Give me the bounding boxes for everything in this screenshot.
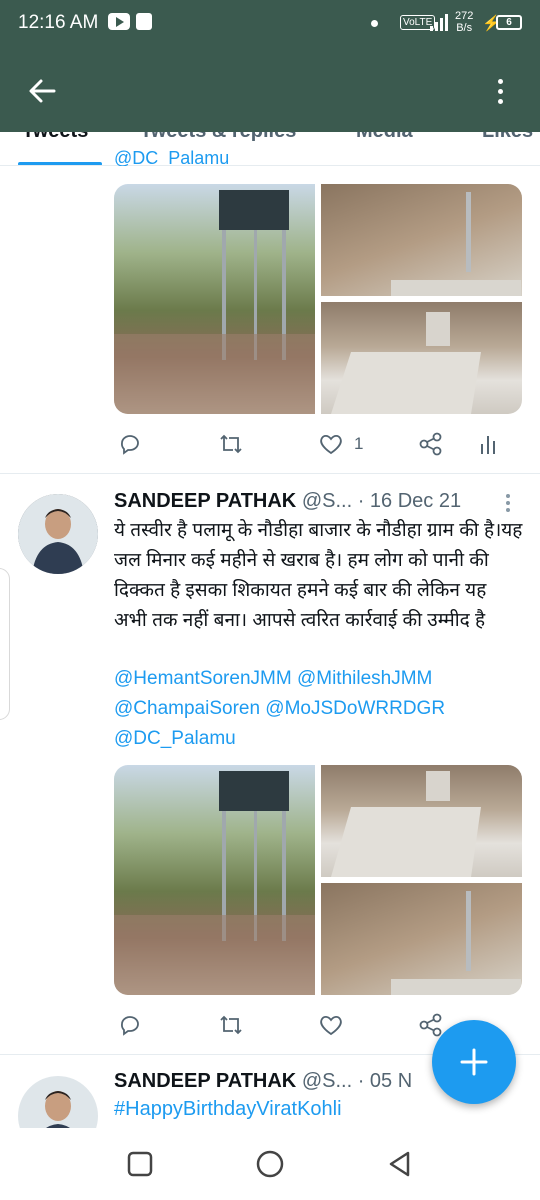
active-tab-indicator [18, 162, 102, 165]
tab-tweets[interactable]: Tweets [22, 132, 88, 143]
cement-platform-photo[interactable] [321, 765, 522, 877]
user-handle[interactable]: @S... [302, 1070, 352, 1092]
system-navigation-bar [0, 1128, 540, 1200]
tweet-more-button[interactable] [506, 494, 510, 512]
status-time: 12:16 AM [18, 12, 99, 33]
tweet1-media-grid[interactable] [114, 184, 522, 414]
tap-platform-photo[interactable] [321, 184, 522, 296]
user-name[interactable]: SANDEEP PATHAK [114, 490, 296, 512]
tweet-text: ये तस्वीर है पलामू के नौडीहा बाजार के नौ… [114, 520, 523, 631]
avatar[interactable] [18, 494, 98, 574]
network-speed: 272 B/s [455, 10, 473, 34]
like-count: 1 [354, 434, 364, 453]
user-handle[interactable]: @S... [302, 490, 352, 512]
edge-panel-handle[interactable] [0, 568, 10, 720]
profile-tabs: Tweets Tweets & replies Media Likes [0, 132, 540, 166]
notification-icons [108, 13, 152, 30]
notification-dot-icon [371, 20, 378, 27]
tweet-divider [0, 473, 540, 474]
recents-square-icon [127, 1151, 153, 1177]
arrow-left-icon [29, 79, 56, 103]
cement-platform-photo[interactable] [321, 302, 522, 414]
mentions-line-2[interactable]: @ChampaiSoren @MoJSDoWRRDGR [114, 698, 445, 720]
tweet3-header: SANDEEP PATHAK @S... · 05 N [114, 1070, 412, 1096]
share-icon [419, 1013, 442, 1037]
retweet-icon [220, 1015, 242, 1035]
reply-button[interactable] [118, 429, 142, 459]
network-speed-unit: B/s [456, 22, 473, 34]
mentions-line-1[interactable]: @HemantSorenJMM @MithileshJMM [114, 668, 432, 690]
tweet-date[interactable]: · 05 N [358, 1070, 412, 1092]
tweet1-actions: 1 [114, 429, 504, 459]
tab-media[interactable]: Media [356, 132, 413, 143]
more-vertical-icon [497, 78, 503, 84]
back-button[interactable] [22, 70, 64, 112]
home-button[interactable] [254, 1148, 286, 1180]
status-bar: 12:16 AM VoLTE 272 B/s ⚡ 6 [0, 0, 540, 48]
more-vertical-icon [506, 494, 510, 498]
app-bar [0, 48, 540, 132]
reply-icon [121, 1016, 139, 1036]
reply-icon [121, 435, 139, 455]
tap-platform-photo[interactable] [321, 883, 522, 995]
battery-icon: 6 [496, 15, 522, 30]
youtube-icon [108, 13, 130, 30]
user-name[interactable]: SANDEEP PATHAK [114, 1070, 296, 1092]
tweet1-mention[interactable]: @DC_Palamu [114, 148, 229, 166]
signal-strength-icon [430, 13, 448, 31]
tweet2-media-grid[interactable] [114, 765, 522, 995]
compose-plus-icon [460, 1048, 488, 1076]
reply-button[interactable] [118, 1010, 142, 1040]
like-icon [320, 1015, 342, 1036]
retweet-button[interactable] [218, 1010, 244, 1040]
like-button[interactable] [318, 1010, 344, 1040]
tweet-date[interactable]: · 16 Dec 21 [358, 490, 461, 512]
home-circle-icon [256, 1150, 284, 1178]
recents-button[interactable] [124, 1148, 156, 1180]
message-notification-icon [136, 13, 152, 30]
analytics-button[interactable] [478, 429, 498, 459]
system-back-button[interactable] [384, 1148, 416, 1180]
retweet-button[interactable] [218, 429, 244, 459]
water-tower-photo[interactable] [114, 184, 315, 414]
network-speed-value: 272 [455, 10, 474, 22]
more-options-button[interactable] [488, 70, 512, 112]
share-button[interactable] [418, 429, 444, 459]
tab-likes[interactable]: Likes [482, 132, 533, 143]
share-icon [419, 432, 442, 456]
like-button[interactable]: 1 [318, 429, 363, 459]
tweet2-header: SANDEEP PATHAK @S... · 16 Dec 21 [114, 490, 461, 516]
back-triangle-icon [389, 1151, 410, 1177]
like-icon [320, 434, 342, 455]
tab-tweets-replies[interactable]: Tweets & replies [140, 132, 296, 143]
compose-tweet-button[interactable] [432, 1020, 516, 1104]
hashtag-link[interactable]: #HappyBirthdayViratKohli [114, 1098, 342, 1121]
water-tower-photo[interactable] [114, 765, 315, 995]
analytics-icon [481, 436, 495, 454]
mentions-line-3[interactable]: @DC_Palamu [114, 728, 236, 750]
retweet-icon [220, 434, 242, 454]
